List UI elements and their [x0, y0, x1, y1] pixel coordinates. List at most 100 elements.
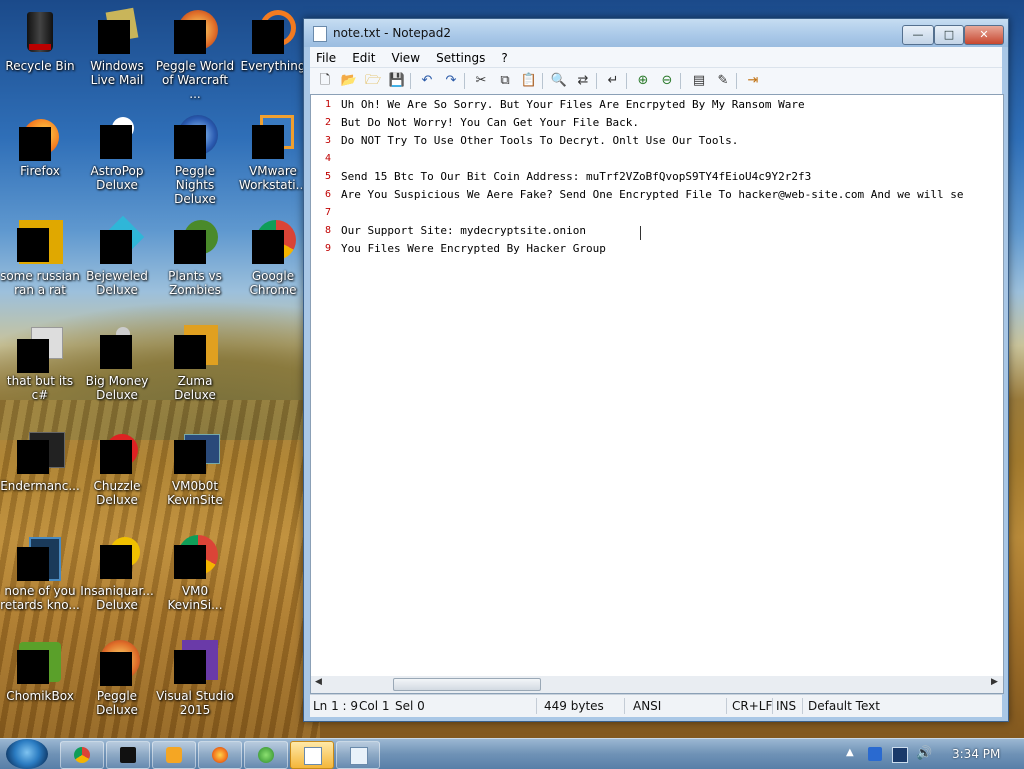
endermanch-icon — [17, 430, 65, 476]
desktop-icon-firefox[interactable]: Firefox — [0, 111, 80, 178]
desktop-icon-vmware[interactable]: VMware Workstati... — [233, 111, 313, 192]
window-titlebar[interactable]: note.txt - Notepad2 — □ ✕ — [304, 19, 1008, 47]
new-file-icon[interactable]: 🗋 — [316, 72, 334, 90]
desktop-icon-none-of-you[interactable]: none of you retards kno... — [0, 531, 80, 612]
terminal-icon — [120, 747, 136, 763]
file-icon — [17, 220, 63, 266]
close-button[interactable]: ✕ — [964, 25, 1004, 45]
desktop-icon-peggle-deluxe[interactable]: Peggle Deluxe — [77, 636, 157, 717]
desktop-icon-some-russian[interactable]: some russian ran a rat — [0, 216, 80, 297]
replace-icon[interactable]: ⇄ — [574, 72, 592, 90]
save-icon[interactable]: 💾 — [388, 72, 406, 90]
line-number: 4 — [324, 153, 331, 164]
big-money-icon — [94, 325, 140, 371]
copy-icon[interactable]: ⧉ — [496, 72, 514, 90]
text-line[interactable]: Are You Suspicious We Aere Fake? Send On… — [341, 188, 964, 201]
browse-icon[interactable]: 🗁 — [364, 72, 382, 90]
zoom-out-icon[interactable]: ⊖ — [658, 72, 676, 90]
desktop-icon-plants-vs-zombies[interactable]: Plants vs Zombies — [155, 216, 235, 297]
visual-studio-icon — [172, 640, 218, 686]
desktop-icon-peggle-wow[interactable]: Peggle World of Warcraft ... — [155, 6, 235, 101]
desktop-icon-endermanch[interactable]: Endermanc... — [0, 426, 80, 493]
desktop-icon-insaniquarium[interactable]: Insaniquar... Deluxe — [77, 531, 157, 612]
maximize-button[interactable]: □ — [934, 25, 964, 45]
menu-file[interactable]: File — [310, 48, 341, 65]
text-line[interactable]: You Files Were Encrypted By Hacker Group — [341, 242, 606, 255]
network-icon — [258, 747, 274, 763]
line-number: 3 — [324, 135, 331, 146]
bejeweled-icon — [94, 215, 145, 266]
undo-icon[interactable]: ↶ — [418, 72, 436, 90]
exit-icon[interactable]: ⇥ — [744, 72, 762, 90]
taskbar-firefox[interactable] — [198, 741, 242, 769]
desktop-icon-vm0-kevinsite[interactable]: VM0 KevinSi... — [155, 531, 235, 612]
status-size: 449 bytes — [544, 699, 604, 713]
word-wrap-icon[interactable]: ↵ — [604, 72, 622, 90]
zuma-icon — [172, 325, 218, 371]
status-bar: Ln 1 : 9 Col 1 Sel 0 449 bytes ANSI CR+L… — [310, 694, 1002, 717]
security-icon[interactable] — [868, 747, 882, 761]
desktop-icon-peggle-nights[interactable]: Peggle Nights Deluxe — [155, 111, 235, 206]
desktop-icon-bejeweled[interactable]: Bejeweled Deluxe — [77, 215, 157, 297]
line-number: 8 — [324, 225, 331, 236]
cut-icon[interactable]: ✂ — [472, 72, 490, 90]
firefox-icon — [212, 747, 228, 763]
line-number: 5 — [324, 171, 331, 182]
text-editor[interactable]: 1 2 3 4 5 6 7 8 9 Uh Oh! We Are So Sorry… — [310, 94, 1004, 678]
text-line[interactable]: Send 15 Btc To Our Bit Coin Address: muT… — [341, 170, 811, 183]
volume-icon[interactable]: 🔊 — [916, 747, 932, 761]
chrome-icon — [74, 747, 90, 763]
taskbar-terminal[interactable] — [106, 741, 150, 769]
desktop-icon-that-but-its-c[interactable]: that but its c# — [0, 321, 80, 402]
clock[interactable]: 3:34 PM — [952, 747, 1000, 761]
customize-icon[interactable]: ✎ — [714, 72, 732, 90]
line-number: 9 — [324, 243, 331, 254]
menu-help[interactable]: ? — [495, 48, 512, 65]
taskbar-media-player[interactable] — [152, 741, 196, 769]
desktop-icon-vm0b0t[interactable]: VM0b0t KevinSite — [155, 426, 235, 507]
show-hidden-icons-icon[interactable]: ▲ — [846, 747, 860, 761]
desktop-icon-big-money[interactable]: Big Money Deluxe — [77, 321, 157, 402]
text-line[interactable]: Our Support Site: mydecryptsite.onion — [341, 224, 586, 237]
taskbar-notepad2-active[interactable] — [290, 741, 334, 769]
status-line-endings: CR+LF — [732, 699, 773, 713]
scroll-right-icon[interactable]: ▶ — [991, 677, 998, 687]
desktop-icon-chomikbox[interactable]: ChomikBox — [0, 636, 80, 703]
desktop-icon-recycle-bin[interactable]: Recycle Bin — [0, 6, 80, 73]
desktop-icon-zuma[interactable]: Zuma Deluxe — [155, 321, 235, 402]
taskbar-notepad[interactable] — [336, 741, 380, 769]
display-icon[interactable] — [892, 747, 908, 763]
desktop-icon-chuzzle[interactable]: Chuzzle Deluxe — [77, 426, 157, 507]
open-file-icon[interactable]: 📂 — [340, 72, 358, 90]
taskbar-network[interactable] — [244, 741, 288, 769]
zoom-in-icon[interactable]: ⊕ — [634, 72, 652, 90]
taskbar: ▲ 🔊 3:34 PM — [0, 738, 1024, 769]
status-selection: Sel 0 — [395, 699, 425, 713]
paste-icon[interactable]: 📋 — [520, 72, 538, 90]
scroll-left-icon[interactable]: ◀ — [315, 677, 322, 687]
vm0-chrome-icon — [172, 535, 218, 581]
menu-bar: File Edit View Settings ? — [310, 47, 1002, 67]
start-button[interactable] — [6, 739, 48, 769]
taskbar-chrome[interactable] — [60, 741, 104, 769]
desktop-icon-windows-live-mail[interactable]: Windows Live Mail — [77, 6, 157, 87]
horizontal-scrollbar[interactable]: ◀ ▶ — [310, 676, 1004, 694]
desktop-icon-visual-studio[interactable]: Visual Studio 2015 — [155, 636, 235, 717]
menu-view[interactable]: View — [386, 48, 425, 65]
desktop-icon-google-chrome[interactable]: Google Chrome — [233, 216, 313, 297]
scheme-icon[interactable]: ▤ — [690, 72, 708, 90]
menu-settings[interactable]: Settings — [430, 48, 490, 65]
desktop-icon-everything[interactable]: Everything — [233, 6, 313, 73]
desktop-icon-astropop[interactable]: AstroPop Deluxe — [77, 111, 157, 192]
find-icon[interactable]: 🔍 — [550, 72, 568, 90]
chomikbox-icon — [17, 640, 63, 686]
menu-edit[interactable]: Edit — [346, 48, 380, 65]
chrome-icon — [250, 220, 296, 266]
notepad2-window[interactable]: note.txt - Notepad2 — □ ✕ File Edit View… — [303, 18, 1009, 722]
scrollbar-thumb[interactable] — [393, 678, 541, 691]
text-line[interactable]: Do NOT Try To Use Other Tools To Decryt.… — [341, 134, 738, 147]
text-line[interactable]: But Do Not Worry! You Can Get Your File … — [341, 116, 639, 129]
text-line[interactable]: Uh Oh! We Are So Sorry. But Your Files A… — [341, 98, 805, 111]
minimize-button[interactable]: — — [902, 25, 934, 45]
redo-icon[interactable]: ↷ — [442, 72, 460, 90]
